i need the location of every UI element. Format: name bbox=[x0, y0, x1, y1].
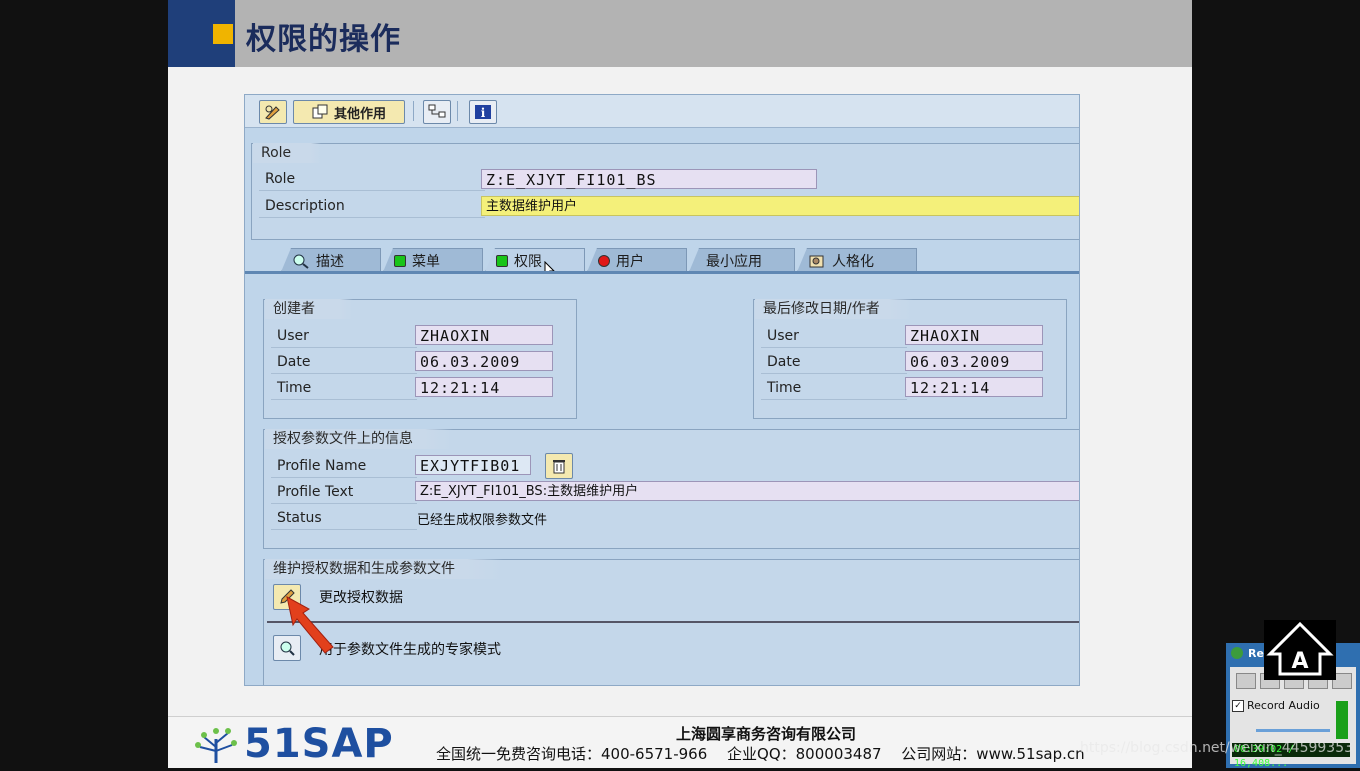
role-label: Role bbox=[259, 168, 485, 191]
hierarchy-icon bbox=[428, 104, 446, 118]
tab-label: 人格化 bbox=[832, 253, 874, 270]
changed-user-label: User bbox=[761, 325, 907, 348]
tab-mini-apps[interactable]: 最小应用 bbox=[689, 248, 795, 272]
expert-mode-label: 用于参数文件生成的专家模式 bbox=[319, 642, 501, 658]
slide-footer: 51SAP 上海圆享商务咨询有限公司 全国统一免费咨询电话：400-6571-9… bbox=[168, 716, 1192, 768]
toolbar-separator bbox=[413, 101, 414, 121]
magnifier-icon bbox=[293, 254, 309, 269]
tree-logo-icon bbox=[195, 728, 237, 763]
delete-profile-button[interactable] bbox=[545, 453, 573, 479]
sap-window: 其他作用 i Role Role Z:E_XJYT_FI101_BS Descr… bbox=[244, 94, 1080, 686]
contact-info: 全国统一免费咨询电话：400-6571-966 企业QQ：800003487 公… bbox=[436, 745, 1085, 763]
tab-description[interactable]: 描述 bbox=[281, 248, 381, 272]
profile-name-label: Profile Name bbox=[271, 455, 417, 478]
tab-label: 最小应用 bbox=[706, 253, 762, 270]
audio-level-meter bbox=[1336, 701, 1348, 739]
slide-title: 权限的操作 bbox=[246, 22, 401, 57]
slide-header: 权限的操作 bbox=[168, 0, 1192, 67]
svg-text:A: A bbox=[1291, 649, 1308, 674]
changed-date-label: Date bbox=[761, 351, 907, 374]
tab-label: 权限 bbox=[514, 253, 542, 270]
profile-heading: 授权参数文件上的信息 bbox=[265, 429, 453, 449]
mouse-cursor-icon bbox=[544, 261, 556, 272]
red-status-icon bbox=[598, 254, 610, 267]
red-arrow-icon bbox=[286, 596, 334, 654]
record-audio-option[interactable]: ✓ Record Audio bbox=[1232, 699, 1320, 712]
created-user-value: ZHAOXIN bbox=[415, 325, 553, 345]
record-audio-label: Record Audio bbox=[1247, 699, 1320, 712]
recorder-title: Re bbox=[1248, 647, 1264, 660]
checkbox-checked-icon[interactable]: ✓ bbox=[1232, 699, 1244, 712]
header-bullet bbox=[213, 24, 233, 44]
display-change-button[interactable] bbox=[259, 100, 287, 124]
pencil-glasses-icon bbox=[265, 105, 280, 120]
tab-label: 描述 bbox=[316, 253, 344, 270]
tab-label: 用户 bbox=[616, 253, 644, 270]
role-input[interactable]: Z:E_XJYT_FI101_BS bbox=[481, 169, 817, 189]
maintain-heading: 维护授权数据和生成参数文件 bbox=[265, 559, 503, 579]
globe-icon bbox=[1231, 647, 1243, 659]
toolbar-separator bbox=[457, 101, 458, 121]
tab-personalization[interactable]: 人格化 bbox=[797, 248, 917, 272]
description-input[interactable]: 主数据维护用户 bbox=[481, 196, 1079, 216]
other-function-button[interactable]: 其他作用 bbox=[293, 100, 405, 124]
tab-label: 菜单 bbox=[412, 253, 440, 270]
description-label: Description bbox=[259, 195, 485, 218]
created-user-label: User bbox=[271, 325, 417, 348]
status-label: Status bbox=[271, 507, 417, 530]
changed-time-label: Time bbox=[761, 377, 907, 400]
other-object-icon bbox=[312, 104, 328, 119]
created-date-label: Date bbox=[271, 351, 417, 374]
last-changed-heading: 最后修改日期/作者 bbox=[755, 299, 913, 319]
role-group bbox=[251, 143, 1079, 240]
changed-user-value: ZHAOXIN bbox=[905, 325, 1043, 345]
created-time-label: Time bbox=[271, 377, 417, 400]
changed-time-value: 12:21:14 bbox=[905, 377, 1043, 397]
trash-icon bbox=[553, 460, 565, 474]
record-button[interactable] bbox=[1236, 673, 1256, 689]
green-status-icon bbox=[394, 254, 406, 267]
volume-slider[interactable] bbox=[1256, 729, 1330, 732]
hierarchy-button[interactable] bbox=[423, 100, 451, 124]
tab-menu[interactable]: 菜单 bbox=[383, 248, 483, 272]
sap-toolbar: 其他作用 i bbox=[245, 95, 1079, 128]
divider bbox=[267, 621, 1079, 623]
profile-name-value: EXJYTFIB01 bbox=[415, 455, 531, 475]
role-section-heading: Role bbox=[253, 143, 321, 163]
tab-bar-line bbox=[245, 271, 1079, 274]
accessibility-badge[interactable]: A bbox=[1264, 620, 1336, 680]
other-function-label: 其他作用 bbox=[333, 106, 386, 122]
watermark-text: https://blog.csdn.net/weixin_44599353 bbox=[1080, 740, 1354, 756]
profile-text-label: Profile Text bbox=[271, 481, 417, 504]
svg-text:i: i bbox=[481, 106, 486, 120]
company-name: 上海圆享商务咨询有限公司 bbox=[676, 725, 857, 743]
created-date-value: 06.03.2009 bbox=[415, 351, 553, 371]
profile-text-value: Z:E_XJYT_FI101_BS:主数据维护用户 bbox=[415, 481, 1079, 501]
status-value: 已经生成权限参数文件 bbox=[417, 513, 548, 528]
changed-date-value: 06.03.2009 bbox=[905, 351, 1043, 371]
a-letter-icon: A bbox=[1266, 621, 1334, 676]
slide: 权限的操作 其他作用 i Role Role Z:E_XJYT_FI101_BS bbox=[168, 0, 1192, 768]
created-time-value: 12:21:14 bbox=[415, 377, 553, 397]
personalize-icon bbox=[809, 255, 824, 267]
created-by-heading: 创建者 bbox=[265, 299, 353, 319]
green-status-icon bbox=[496, 254, 508, 267]
info-icon: i bbox=[475, 105, 491, 120]
brand-logo: 51SAP bbox=[244, 721, 394, 767]
tab-authorizations[interactable]: 权限 bbox=[485, 248, 585, 272]
info-button[interactable]: i bbox=[469, 100, 497, 124]
tab-user[interactable]: 用户 bbox=[587, 248, 687, 272]
